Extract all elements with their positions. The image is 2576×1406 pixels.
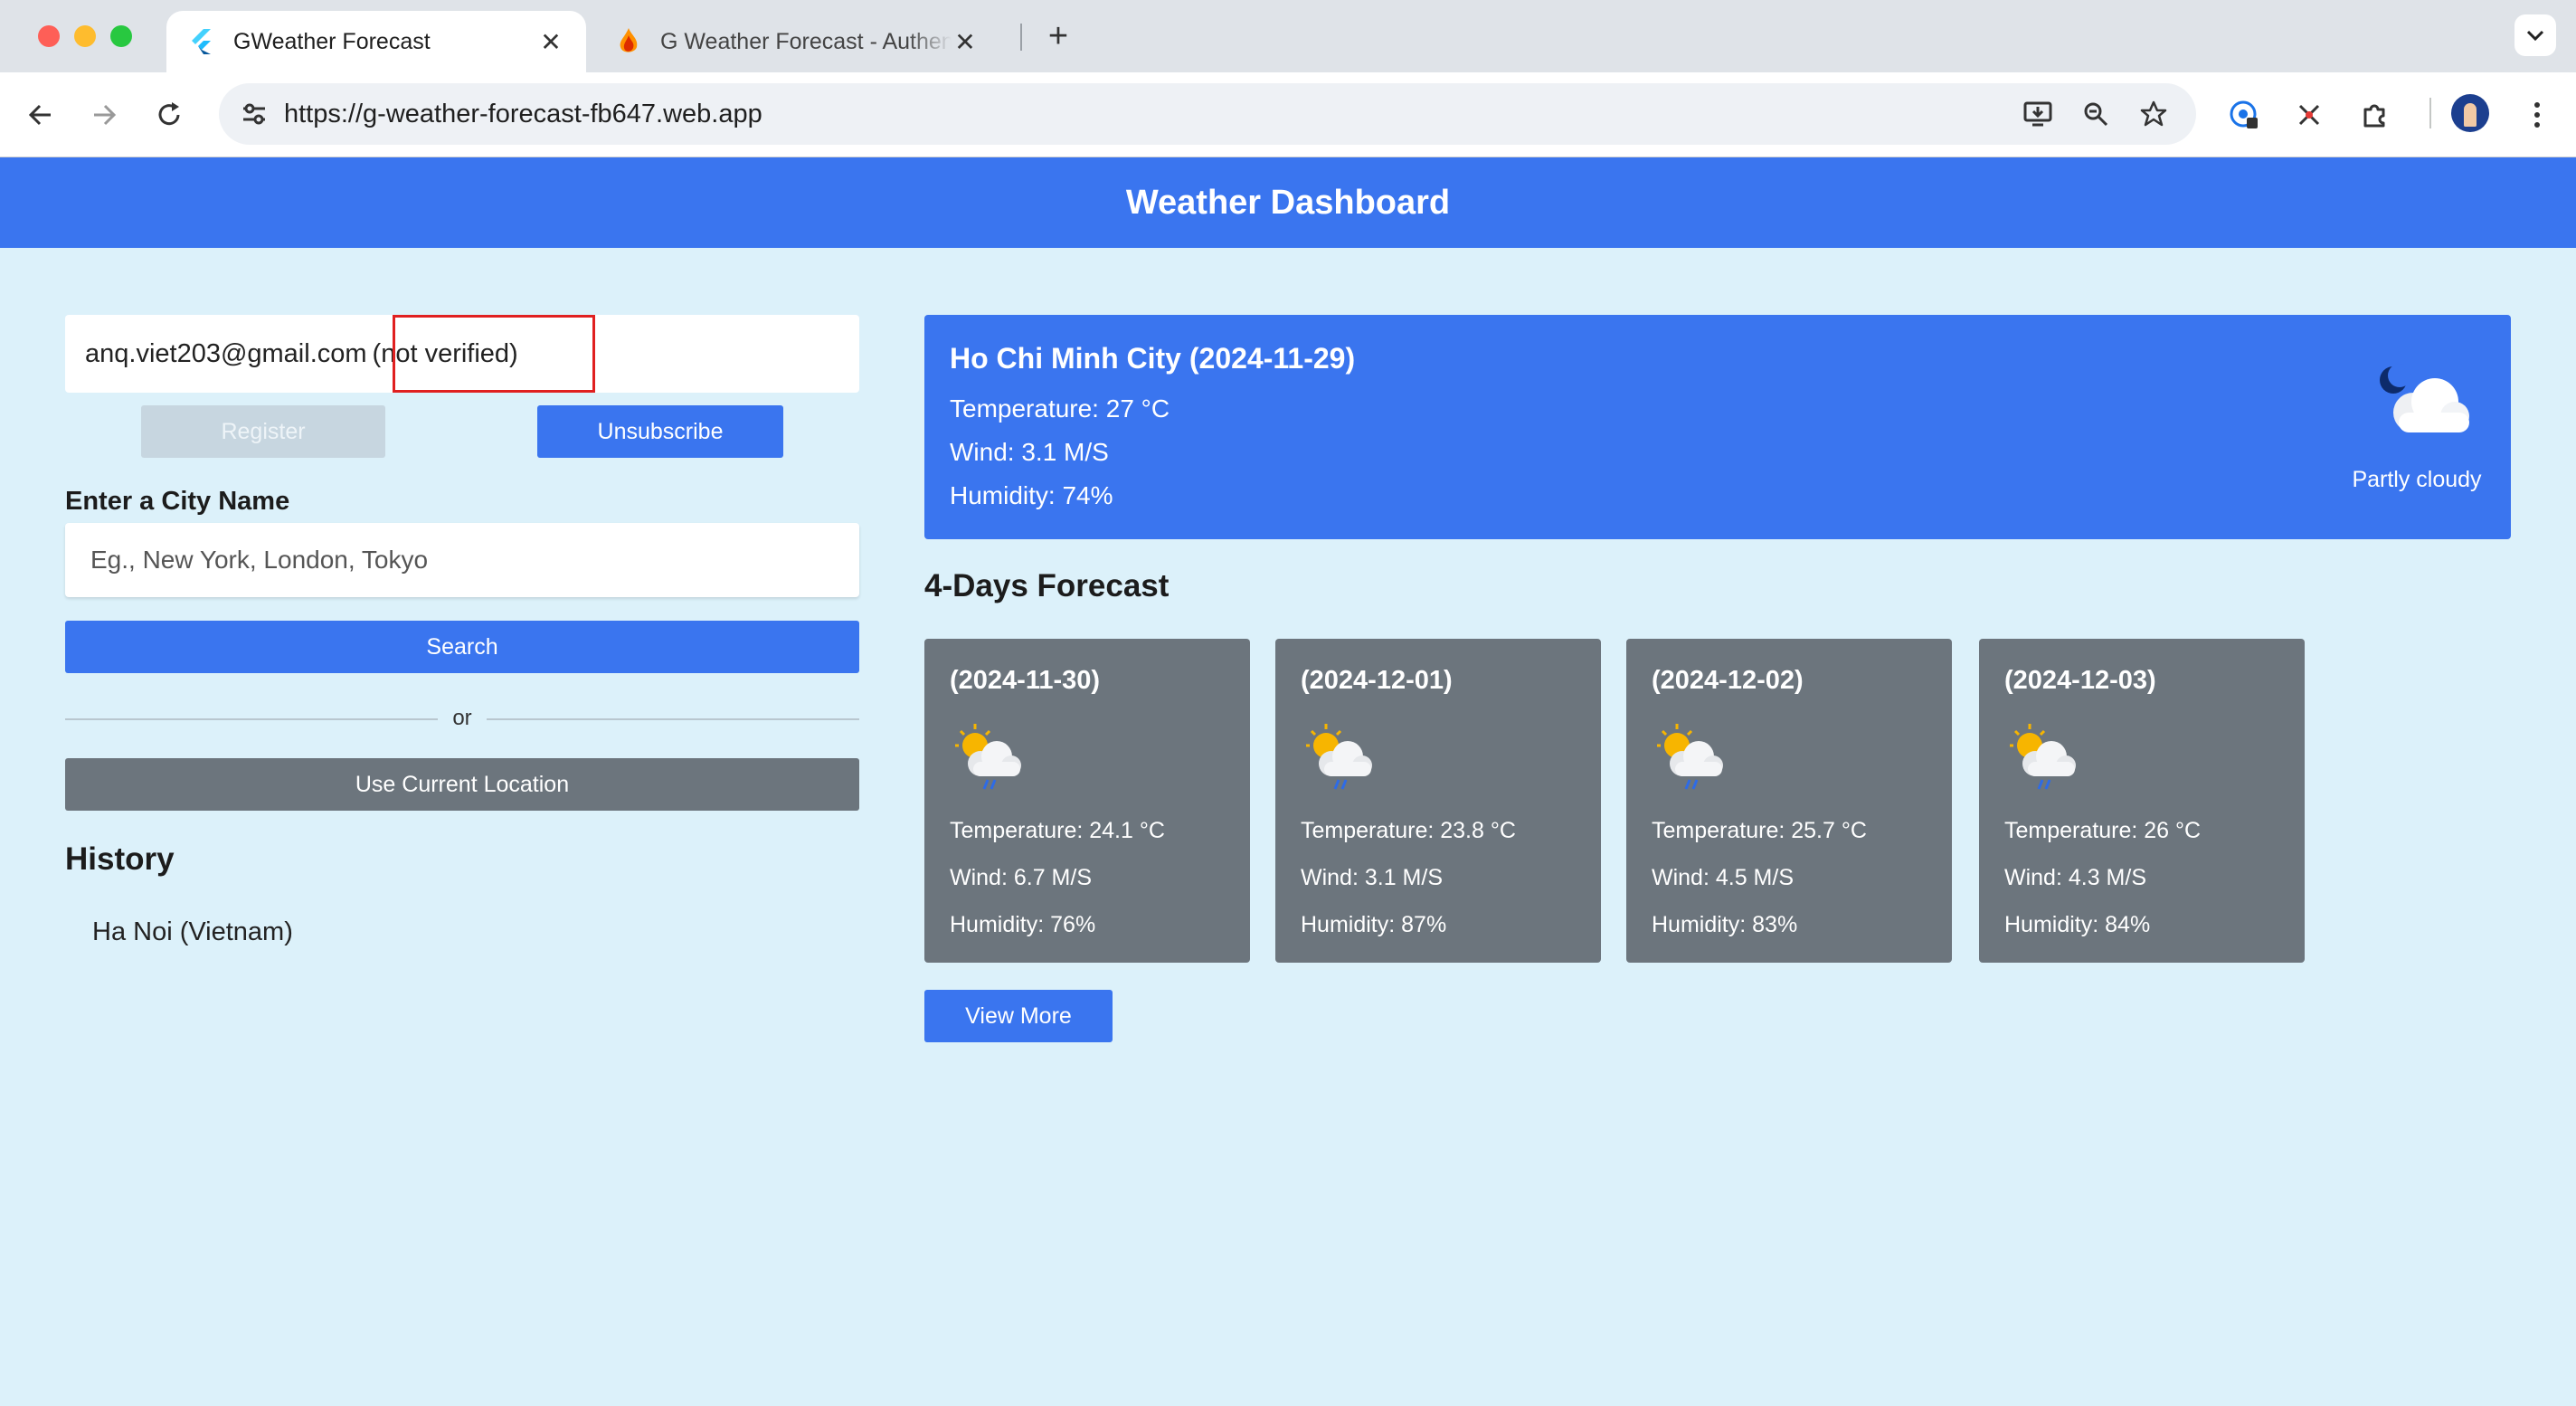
zoom-icon[interactable] — [2075, 93, 2117, 135]
forecast-date: (2024-12-01) — [1301, 666, 1453, 695]
new-tab-button[interactable]: + — [1038, 16, 1078, 56]
address-bar[interactable]: https://g-weather-forecast-fb647.web.app — [219, 83, 2196, 145]
window-close-button[interactable] — [38, 25, 60, 47]
site-settings-icon[interactable] — [233, 93, 275, 135]
city-search-input[interactable] — [65, 523, 859, 597]
forecast-humidity: Humidity: 87% — [1301, 912, 1447, 937]
tab-close-icon[interactable]: ✕ — [537, 27, 564, 57]
firebase-icon — [615, 28, 642, 55]
current-city-title: Ho Chi Minh City (2024-11-29) — [950, 342, 1356, 375]
forecast-wind: Wind: 4.5 M/S — [1652, 865, 1794, 890]
forecast-wind: Wind: 3.1 M/S — [1301, 865, 1443, 890]
current-temperature: Temperature: 27 °C — [950, 394, 1170, 423]
history-item[interactable]: Ha Noi (Vietnam) — [92, 917, 293, 947]
register-button[interactable]: Register — [141, 405, 385, 458]
current-weather-card: Ho Chi Minh City (2024-11-29) Temperatur… — [924, 315, 2511, 539]
current-wind: Wind: 3.1 M/S — [950, 438, 1109, 466]
search-button[interactable]: Search — [65, 621, 859, 673]
reload-button[interactable] — [148, 94, 190, 136]
arrow-right-icon — [94, 104, 117, 126]
bookmark-star-icon[interactable] — [2133, 93, 2174, 135]
profile-avatar[interactable] — [2451, 94, 2489, 132]
subscriber-email: anq.viet203@gmail.com — [85, 338, 367, 368]
sun-cloud-rain-icon — [2010, 724, 2076, 790]
current-humidity: Humidity: 74% — [950, 481, 1113, 509]
browser-tab-bar: GWeather Forecast ✕ G Weather Forecast -… — [0, 0, 2576, 72]
forecast-date: (2024-12-03) — [2004, 666, 2156, 695]
or-divider: or — [65, 704, 859, 735]
forecast-wind: Wind: 4.3 M/S — [2004, 865, 2146, 890]
app-title: Weather Dashboard — [1125, 183, 1451, 222]
forecast-temperature: Temperature: 26 °C — [2004, 818, 2202, 843]
tab-search-button[interactable] — [2514, 14, 2556, 56]
tab-title: G Weather Forecast - Authenti — [660, 28, 952, 54]
tab-close-icon[interactable]: ✕ — [952, 27, 979, 57]
arrow-left-icon — [28, 104, 51, 126]
reload-icon — [158, 102, 180, 126]
forecast-date: (2024-12-02) — [1652, 666, 1804, 695]
tab-separator — [1020, 24, 1022, 51]
url-text[interactable]: https://g-weather-forecast-fb647.web.app — [284, 83, 762, 145]
forecast-humidity: Humidity: 76% — [950, 912, 1096, 937]
chevron-down-icon — [2526, 30, 2544, 42]
tab-title: GWeather Forecast — [233, 28, 431, 54]
forecast-humidity: Humidity: 84% — [2004, 912, 2151, 937]
unsubscribe-button[interactable]: Unsubscribe — [537, 405, 783, 458]
forecast-card: (2024-11-30) Temperature: 24.1 °C Wind: … — [924, 639, 1250, 963]
verification-status-highlight — [393, 315, 595, 393]
city-input-label: Enter a City Name — [65, 487, 290, 516]
forecast-temperature: Temperature: 24.1 °C — [950, 818, 1165, 843]
forecast-humidity: Humidity: 83% — [1652, 912, 1798, 937]
browser-menu-icon[interactable] — [2516, 94, 2558, 136]
use-current-location-button[interactable]: Use Current Location — [65, 758, 859, 811]
forecast-date: (2024-11-30) — [950, 666, 1101, 695]
forecast-temperature: Temperature: 23.8 °C — [1301, 818, 1516, 843]
tab-authentication[interactable]: G Weather Forecast - Authenti ✕ — [593, 11, 1000, 72]
forward-button[interactable] — [83, 94, 125, 136]
forecast-title: 4-Days Forecast — [924, 568, 1170, 603]
forecast-temperature: Temperature: 25.7 °C — [1652, 818, 1867, 843]
window-zoom-button[interactable] — [110, 25, 132, 47]
app-header: Weather Dashboard — [0, 157, 2576, 248]
window-minimize-button[interactable] — [74, 25, 96, 47]
view-more-button[interactable]: View More — [924, 990, 1113, 1042]
install-app-icon[interactable] — [2017, 93, 2059, 135]
sun-cloud-rain-icon — [955, 724, 1021, 790]
forecast-card: (2024-12-03) Temperature: 26 °C Wind: 4.… — [1979, 639, 2305, 963]
night-partly-cloudy-icon — [2380, 364, 2469, 432]
current-condition: Partly cloudy — [2352, 467, 2482, 492]
sun-cloud-rain-icon — [1657, 724, 1723, 790]
password-manager-icon[interactable] — [2223, 94, 2265, 136]
divider-line — [487, 718, 859, 720]
extension-tool-icon[interactable] — [2288, 94, 2330, 136]
back-button[interactable] — [20, 94, 62, 136]
extensions-puzzle-icon[interactable] — [2353, 94, 2395, 136]
browser-toolbar: https://g-weather-forecast-fb647.web.app — [0, 72, 2576, 157]
history-title: History — [65, 841, 175, 877]
forecast-card: (2024-12-02) Temperature: 25.7 °C Wind: … — [1626, 639, 1952, 963]
forecast-card: (2024-12-01) Temperature: 23.8 °C Wind: … — [1275, 639, 1601, 963]
weather-app: Weather Dashboard anq.viet203@gmail.com … — [0, 157, 2576, 1406]
toolbar-divider — [2429, 98, 2431, 128]
sun-cloud-rain-icon — [1306, 724, 1372, 790]
flutter-icon — [188, 28, 215, 55]
tab-gweather-forecast[interactable]: GWeather Forecast ✕ — [166, 11, 586, 72]
forecast-wind: Wind: 6.7 M/S — [950, 865, 1092, 890]
